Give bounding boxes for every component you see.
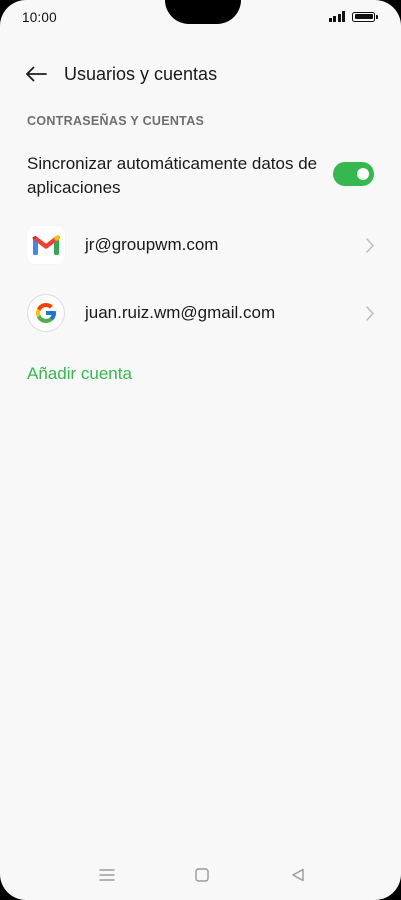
camera-notch [165, 0, 241, 24]
signal-icon [328, 11, 345, 22]
home-button[interactable] [189, 862, 215, 888]
gmail-icon [27, 226, 65, 264]
add-account-button[interactable]: Añadir cuenta [27, 364, 132, 384]
section-header: CONTRASEÑAS Y CUENTAS [27, 114, 205, 128]
account-email: juan.ruiz.wm@gmail.com [85, 303, 276, 322]
menu-icon [99, 869, 115, 881]
back-nav-button[interactable] [285, 862, 311, 888]
app-header: Usuarios y cuentas [0, 52, 401, 96]
system-nav-bar [0, 858, 401, 892]
home-square-icon [195, 868, 209, 882]
google-icon [27, 294, 65, 332]
menu-button[interactable] [94, 862, 120, 888]
toggle-knob [357, 168, 369, 180]
account-row-google[interactable]: juan.ruiz.wm@gmail.com [0, 283, 401, 343]
back-button[interactable] [16, 54, 56, 94]
back-arrow-icon [26, 66, 47, 82]
account-email: jr@groupwm.com [85, 235, 219, 254]
account-row-work[interactable]: jr@groupwm.com [0, 215, 401, 275]
page-title: Usuarios y cuentas [64, 63, 218, 84]
settings-screen: 10:00 Usuarios y cuentas CONTRASEÑAS Y C… [0, 0, 401, 900]
auto-sync-label: Sincronizar automáticamente datos de apl… [27, 153, 318, 198]
status-time: 10:00 [22, 10, 57, 25]
auto-sync-toggle[interactable] [333, 162, 374, 186]
chevron-right-icon [365, 237, 375, 253]
chevron-right-icon [365, 305, 375, 321]
battery-icon [352, 11, 378, 22]
back-triangle-icon [292, 868, 304, 882]
status-icons [328, 11, 378, 22]
auto-sync-row[interactable]: Sincronizar automáticamente datos de apl… [27, 150, 377, 202]
